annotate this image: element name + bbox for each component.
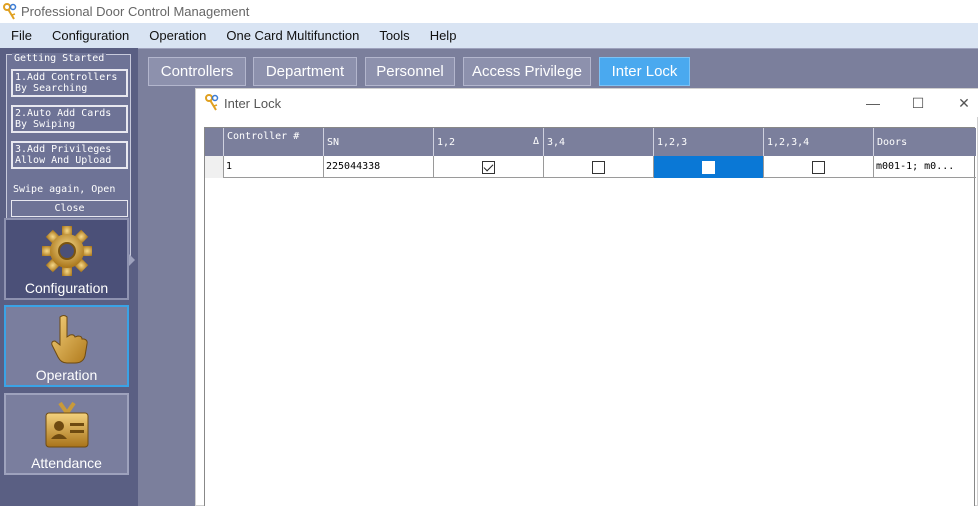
inter-lock-grid: Controller # SN 1,2 Δ 3,4 1,2,3 1,2,3,4 … [204, 127, 976, 506]
cell-doors[interactable]: m001-1; m0... [874, 156, 976, 178]
col-doors[interactable]: Doors [874, 128, 976, 156]
tab-department[interactable]: Department [253, 57, 357, 86]
tab-access-privilege[interactable]: Access Privilege [463, 57, 591, 86]
keys-icon [205, 94, 219, 111]
cell-sn[interactable]: 225044338 [324, 156, 434, 178]
nav-configuration[interactable]: Configuration [4, 218, 135, 300]
cell-1-2[interactable] [434, 156, 544, 178]
inter-lock-window: Inter Lock — ☐ ✕ Controller # SN 1,2 Δ 3… [195, 88, 978, 506]
cell-1-2-3-4[interactable] [764, 156, 874, 178]
menu-operation[interactable]: Operation [139, 23, 216, 48]
checkbox-3-4[interactable] [592, 160, 605, 174]
getting-started-legend: Getting Started [12, 53, 107, 65]
add-privileges-button[interactable]: 3.Add Privileges Allow And Upload [11, 141, 128, 169]
tab-inter-lock[interactable]: Inter Lock [599, 57, 690, 86]
add-controllers-button[interactable]: 1.Add Controllers By Searching [11, 69, 128, 97]
swipe-note: Swipe again, Open [13, 184, 116, 195]
menu-tools[interactable]: Tools [369, 23, 419, 48]
app-titlebar: Professional Door Control Management [0, 0, 978, 23]
col-1-2-3[interactable]: 1,2,3 [654, 128, 764, 156]
auto-add-cards-button[interactable]: 2.Auto Add Cards By Swiping [11, 105, 128, 133]
nav-operation[interactable]: Operation [4, 305, 129, 387]
keys-icon [3, 2, 17, 20]
col-3-4[interactable]: 3,4 [544, 128, 654, 156]
active-indicator [129, 254, 135, 266]
grid-header: Controller # SN 1,2 Δ 3,4 1,2,3 1,2,3,4 … [205, 128, 976, 156]
tab-strip: Controllers Department Personnel Access … [138, 48, 978, 90]
nav-operation-label: Operation [35, 367, 98, 383]
menu-help[interactable]: Help [420, 23, 467, 48]
menu-configuration[interactable]: Configuration [42, 23, 139, 48]
col-1-2-label: 1,2 [437, 136, 456, 148]
col-1-2-3-4[interactable]: 1,2,3,4 [764, 128, 874, 156]
checkbox-1-2-3[interactable] [702, 160, 715, 174]
hand-pointer-icon [50, 315, 88, 364]
cell-1-2-3[interactable] [654, 156, 764, 178]
tab-personnel[interactable]: Personnel [365, 57, 455, 86]
app-title: Professional Door Control Management [21, 4, 250, 19]
gear-icon [41, 226, 92, 276]
getting-started-close-button[interactable]: Close [11, 200, 128, 217]
id-card-icon [45, 401, 88, 448]
sort-ascending-icon: Δ [532, 136, 539, 147]
menu-one-card-multifunction[interactable]: One Card Multifunction [216, 23, 369, 48]
menu-file[interactable]: File [0, 23, 42, 48]
row-selector[interactable] [205, 156, 224, 178]
cell-3-4[interactable] [544, 156, 654, 178]
cell-controller[interactable]: 1 [224, 156, 324, 178]
tab-controllers[interactable]: Controllers [148, 57, 246, 86]
col-controller[interactable]: Controller # [224, 128, 324, 156]
row-header-corner [205, 128, 224, 156]
inter-lock-title: Inter Lock [224, 95, 282, 111]
nav-attendance-label: Attendance [31, 455, 102, 471]
table-row[interactable]: 1 225044338 m001-1; m0... [205, 156, 976, 178]
maximize-button[interactable]: ☐ [898, 89, 938, 117]
nav-configuration-label: Configuration [24, 280, 109, 296]
inter-lock-titlebar: Inter Lock — ☐ ✕ [196, 89, 978, 117]
col-sn[interactable]: SN [324, 128, 434, 156]
col-1-2[interactable]: 1,2 Δ [434, 128, 544, 156]
nav-attendance[interactable]: Attendance [4, 393, 129, 475]
close-button[interactable]: ✕ [944, 89, 978, 117]
left-panel: Getting Started 1.Add Controllers By Sea… [0, 48, 138, 506]
menu-bar: File Configuration Operation One Card Mu… [0, 23, 978, 48]
checkbox-1-2-3-4[interactable] [812, 160, 825, 174]
checkbox-1-2[interactable] [482, 160, 495, 174]
minimize-button[interactable]: — [853, 89, 893, 117]
